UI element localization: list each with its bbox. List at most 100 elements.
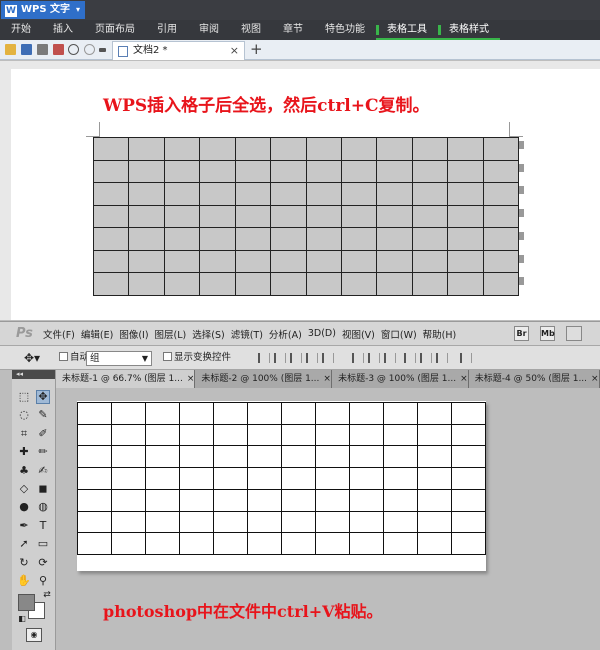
distribute-left-icon[interactable]: [404, 353, 416, 363]
table-cell[interactable]: [164, 228, 201, 251]
table-cell[interactable]: [271, 205, 307, 229]
row-resize-handle[interactable]: [519, 254, 524, 263]
redo-icon[interactable]: [84, 44, 95, 55]
table-cell[interactable]: [377, 138, 413, 161]
ps-document-canvas[interactable]: [77, 401, 486, 571]
table-cell[interactable]: [129, 205, 165, 229]
table-cell[interactable]: [341, 250, 378, 274]
table-cell[interactable]: [235, 160, 272, 184]
table-cell[interactable]: [200, 183, 236, 206]
type-icon[interactable]: T: [36, 519, 50, 533]
checkbox-icon[interactable]: [59, 352, 68, 361]
ps-menu-3d[interactable]: 3D(D): [305, 328, 339, 339]
table-cell[interactable]: [94, 273, 130, 296]
table-cell[interactable]: [448, 160, 484, 184]
table-cell[interactable]: [306, 250, 342, 274]
ribbon-tab-references[interactable]: 引用: [146, 20, 188, 40]
ribbon-tab-table-style[interactable]: 表格样式: [438, 20, 500, 40]
table-cell[interactable]: [448, 183, 484, 206]
blur-icon[interactable]: ●: [17, 500, 31, 514]
lasso-icon[interactable]: ◌: [17, 408, 31, 422]
distribute-bottom-icon[interactable]: [384, 353, 396, 363]
align-bottom-icon[interactable]: [290, 353, 302, 363]
3d-orbit-icon[interactable]: ⟳: [36, 556, 50, 570]
foreground-color-swatch[interactable]: [18, 594, 35, 611]
ps-menu-view[interactable]: 视图(V): [339, 327, 378, 341]
table-cell[interactable]: [306, 205, 342, 229]
distribute-top-icon[interactable]: [352, 353, 364, 363]
table-cell[interactable]: [483, 273, 519, 296]
table-cell[interactable]: [200, 250, 236, 274]
table-cell[interactable]: [271, 160, 307, 184]
ps-menu-image[interactable]: 图像(I): [116, 327, 151, 341]
ps-menu-help[interactable]: 帮助(H): [420, 327, 460, 341]
table-cell[interactable]: [200, 273, 236, 296]
ps-menu-window[interactable]: 窗口(W): [378, 327, 420, 341]
table-cell[interactable]: [412, 138, 449, 161]
table-cell[interactable]: [377, 160, 413, 184]
move-tool-preset-icon[interactable]: ✥▾: [24, 346, 40, 370]
table-cell[interactable]: [200, 138, 236, 161]
table-cell[interactable]: [341, 138, 378, 161]
table-cell[interactable]: [483, 183, 519, 206]
chevron-down-icon[interactable]: ▾: [76, 1, 80, 19]
table-cell[interactable]: [448, 205, 484, 229]
table-cell[interactable]: [377, 250, 413, 274]
doc-tab-3[interactable]: 未标题-3 @ 100% (图层 1... ×: [332, 370, 469, 388]
distribute-hcenter-icon[interactable]: [420, 353, 432, 363]
table-cell[interactable]: [200, 228, 236, 251]
history-brush-icon[interactable]: ✍: [36, 464, 50, 478]
table-cell[interactable]: [94, 228, 130, 251]
table-cell[interactable]: [412, 160, 449, 184]
table-cell[interactable]: [129, 273, 165, 296]
table-cell[interactable]: [164, 205, 201, 229]
table-cell[interactable]: [377, 273, 413, 296]
table-cell[interactable]: [483, 228, 519, 251]
auto-align-icon[interactable]: [460, 353, 472, 363]
align-left-icon[interactable]: [306, 353, 318, 363]
ribbon-tab-features[interactable]: 特色功能: [314, 20, 376, 40]
table-cell[interactable]: [483, 160, 519, 184]
distribute-right-icon[interactable]: [436, 353, 448, 363]
gradient-icon[interactable]: ◼: [36, 482, 50, 496]
stamp-icon[interactable]: ♣: [17, 464, 31, 478]
table-cell[interactable]: [306, 138, 342, 161]
pasted-table[interactable]: [77, 402, 486, 555]
brush-icon[interactable]: ✏: [36, 445, 50, 459]
checkbox-icon[interactable]: [163, 352, 172, 361]
ps-menu-select[interactable]: 选择(S): [189, 327, 227, 341]
path-select-icon[interactable]: ➚: [17, 537, 31, 551]
pen-icon[interactable]: ✒: [17, 519, 31, 533]
close-icon[interactable]: ×: [187, 374, 195, 384]
ribbon-tab-review[interactable]: 审阅: [188, 20, 230, 40]
doc-tab-1[interactable]: 未标题-1 @ 66.7% (图层 1... ×: [56, 370, 196, 388]
close-icon[interactable]: ×: [591, 374, 599, 384]
toolbox-header[interactable]: ◂◂: [12, 370, 55, 379]
document-tab[interactable]: 文档2 * ×: [112, 41, 245, 60]
table-cell[interactable]: [377, 183, 413, 206]
table-cell[interactable]: [341, 228, 378, 251]
table-cell[interactable]: [306, 183, 342, 206]
move-icon[interactable]: ✥: [36, 390, 50, 404]
row-resize-handle[interactable]: [519, 231, 524, 240]
ribbon-tab-start[interactable]: 开始: [0, 20, 42, 40]
table-cell[interactable]: [377, 228, 413, 251]
eraser-icon[interactable]: ◇: [17, 482, 31, 496]
table-cell[interactable]: [448, 273, 484, 296]
table-cell[interactable]: [483, 250, 519, 274]
table-cell[interactable]: [164, 160, 201, 184]
table-cell[interactable]: [377, 205, 413, 229]
mini-bridge-button[interactable]: Mb: [540, 326, 555, 341]
table-cell[interactable]: [448, 228, 484, 251]
close-icon[interactable]: ×: [460, 374, 468, 384]
table-cell[interactable]: [412, 250, 449, 274]
table-cell[interactable]: [341, 160, 378, 184]
table-cell[interactable]: [94, 205, 130, 229]
table-cell[interactable]: [271, 183, 307, 206]
show-transform-checkbox[interactable]: 显示变换控件: [163, 346, 231, 370]
ps-menu-filter[interactable]: 滤镜(T): [228, 327, 266, 341]
table-cell[interactable]: [341, 205, 378, 229]
table-cell[interactable]: [306, 273, 342, 296]
row-resize-handle[interactable]: [519, 277, 524, 286]
table-cell[interactable]: [412, 183, 449, 206]
